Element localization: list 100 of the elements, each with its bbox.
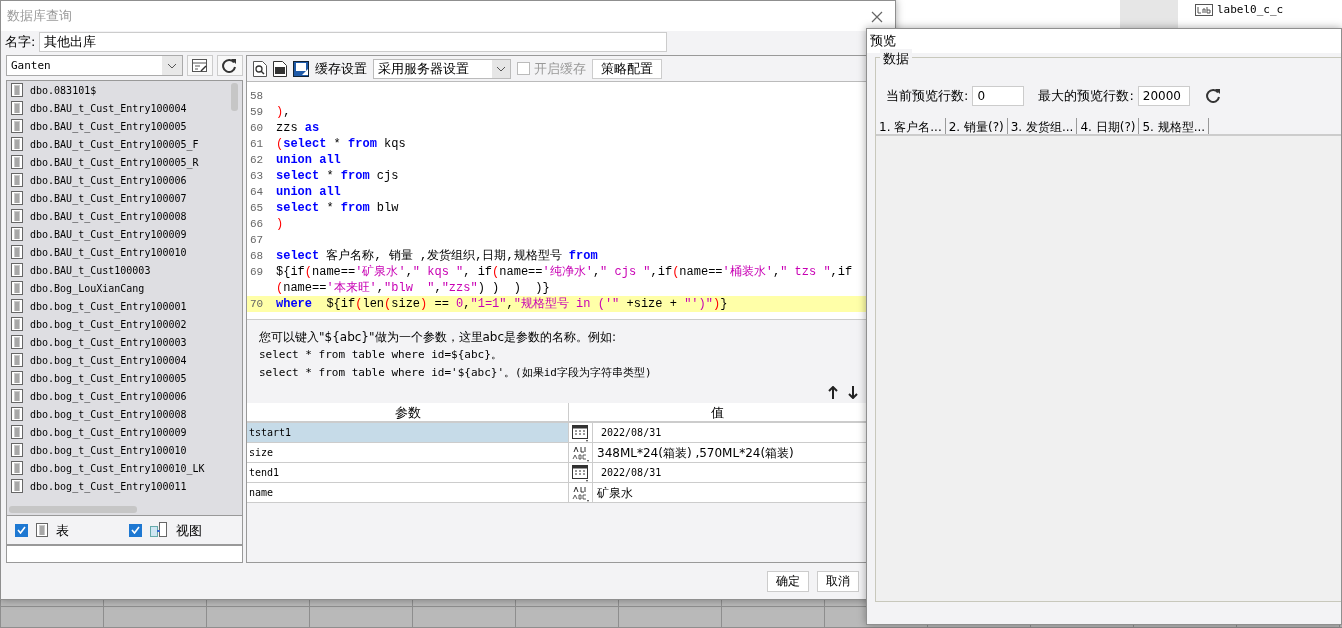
refresh-button[interactable] [217, 55, 243, 77]
table-list-item[interactable]: dbo.bog_t_Cust_Entry100005 [30, 370, 187, 386]
table-list-item[interactable]: dbo.bog_t_Cust_Entry100002 [30, 316, 187, 332]
table-icon [11, 281, 23, 296]
dialog-title: 数据库查询 [7, 7, 72, 26]
column-header[interactable]: 4. 日期(?) [1077, 118, 1140, 134]
table-list-item[interactable]: dbo.bog_t_Cust_Entry100006 [30, 388, 187, 404]
dialog-button[interactable]: 取消 [817, 570, 859, 592]
name-field[interactable]: 其他出库 [39, 31, 668, 52]
down-arrow-icon[interactable] [848, 386, 858, 400]
table-list-item[interactable]: dbo.bog_t_Cust_Entry100001 [30, 298, 187, 314]
line-number: 64 [249, 185, 265, 201]
table-list-item[interactable]: dbo.BAU_t_Cust_Entry100008 [30, 208, 187, 224]
line-number: 70 [249, 297, 265, 313]
param-value-cell[interactable]: 2022/08/31 [593, 463, 866, 483]
table-icon [11, 317, 23, 332]
code-line: select * from cjs [276, 168, 400, 185]
table-list-item[interactable]: dbo.bog_t_Cust_Entry100011 [30, 478, 187, 494]
table-icon [11, 209, 23, 224]
param-value-cell[interactable]: 348ML*24(箱装) ,570ML*24(箱装) [593, 443, 866, 463]
connection-dropdown[interactable]: Ganten [6, 55, 183, 77]
column-header[interactable]: 1. 客户名... [876, 118, 946, 134]
table-list-item[interactable]: dbo.BAU_t_Cust_Entry100010 [30, 244, 187, 260]
line-number: 60 [249, 121, 265, 137]
line-number: 59 [249, 105, 265, 121]
param-name-cell[interactable]: tstart1 [247, 423, 569, 443]
table-icon [11, 479, 23, 494]
table-list-item[interactable]: dbo.BAU_t_Cust_Entry100004 [30, 100, 187, 116]
param-name-cell[interactable]: name [247, 483, 569, 503]
line-number: 67 [249, 233, 265, 249]
table-edit-icon [192, 58, 208, 73]
column-header[interactable]: 5. 规格型... [1139, 118, 1210, 134]
search-field[interactable] [6, 545, 243, 564]
hint-text: select * from table where id=${abc}。 [259, 347, 503, 364]
calendar-icon[interactable] [571, 463, 590, 482]
strategy-config-button[interactable]: 策略配置 [592, 58, 662, 79]
cache-mode-dropdown[interactable]: 采用服务器设置 [373, 58, 511, 79]
table-list-item[interactable]: dbo.bog_t_Cust_Entry100010 [30, 442, 187, 458]
table-list-item[interactable]: dbo.bog_t_Cust_Entry100010_LK [30, 460, 205, 476]
table-list-item[interactable]: dbo.bog_t_Cust_Entry100008 [30, 406, 187, 422]
code-line: union all [276, 152, 342, 169]
checkbox[interactable] [128, 523, 142, 537]
refresh-icon[interactable] [1205, 88, 1222, 104]
check-icon [130, 526, 140, 535]
table-icon [11, 443, 23, 458]
table-list-item[interactable]: dbo.Bog_LouXianCang [30, 280, 145, 296]
table-list-item[interactable]: dbo.BAU_t_Cust_Entry100005_R [30, 154, 199, 170]
edit-table-button[interactable] [187, 55, 213, 77]
table-icon [11, 119, 23, 134]
code-line: ), [276, 104, 292, 121]
table-list-item[interactable]: dbo.BAU_t_Cust_Entry100006 [30, 172, 187, 188]
current-rows-field[interactable]: 0 [972, 86, 1025, 106]
current-rows-label: 当前预览行数: [886, 87, 969, 106]
param-value-cell[interactable]: 2022/08/31 [593, 423, 866, 443]
table-icon [11, 389, 23, 404]
check-icon [17, 526, 26, 535]
table-list-item[interactable]: dbo.bog_t_Cust_Entry100009 [30, 424, 187, 440]
table-list-item[interactable]: dbo.bog_t_Cust_Entry100004 [30, 352, 187, 368]
param-name-cell[interactable]: tend1 [247, 463, 569, 483]
table-list-item[interactable]: dbo.083101$ [30, 82, 97, 98]
tree-item[interactable]: label0_c_c [1217, 2, 1284, 19]
column-header: 参数 [247, 403, 569, 422]
code-line: zzs as [276, 120, 321, 137]
param-value-cell[interactable]: 矿泉水 [593, 483, 866, 503]
max-rows-label: 最大的预览行数: [1038, 87, 1134, 106]
dialog-button[interactable]: 确定 [767, 570, 809, 592]
preview-icon[interactable] [253, 60, 267, 77]
param-name-cell[interactable]: size [247, 443, 569, 463]
table-icon [11, 83, 23, 98]
table-list-item[interactable]: dbo.BAU_t_Cust_Entry100005 [30, 118, 187, 134]
table-list-item[interactable]: dbo.BAU_t_Cust_Entry100005_F [30, 136, 199, 152]
enable-cache-label: 开启缓存 [534, 60, 586, 79]
scrollbar-thumb[interactable] [231, 83, 238, 112]
table-icon [11, 353, 23, 368]
calendar-icon[interactable] [571, 423, 590, 442]
table-icon [11, 371, 23, 386]
table-list-item[interactable]: dbo.BAU_t_Cust100003 [30, 262, 151, 278]
line-number: 66 [249, 217, 265, 233]
column-header[interactable]: 3. 发货组... [1007, 118, 1078, 134]
table-icon [11, 407, 23, 422]
table-icon [11, 155, 23, 170]
column-header: 值 [710, 404, 725, 422]
code-editor[interactable] [247, 82, 866, 321]
up-arrow-icon[interactable] [828, 386, 838, 400]
table-icon [11, 173, 23, 188]
table-list-item[interactable]: dbo.bog_t_Cust_Entry100003 [30, 334, 187, 350]
line-number: 65 [249, 201, 265, 217]
table-icon [11, 335, 23, 350]
line-number: 63 [249, 169, 265, 185]
max-rows-field[interactable]: 20000 [1137, 86, 1190, 106]
column-header[interactable]: 2. 销量(?) [945, 118, 1008, 134]
line-number: 68 [249, 249, 265, 265]
scrollbar-thumb[interactable] [9, 506, 137, 514]
code-line: ) [276, 216, 285, 233]
line-number: 61 [249, 137, 265, 153]
sql-file-icon[interactable] [273, 60, 287, 77]
table-list-item[interactable]: dbo.BAU_t_Cust_Entry100009 [30, 226, 187, 242]
save-icon[interactable] [293, 60, 309, 77]
table-list-item[interactable]: dbo.BAU_t_Cust_Entry100007 [30, 190, 187, 206]
checkbox[interactable] [15, 523, 28, 537]
